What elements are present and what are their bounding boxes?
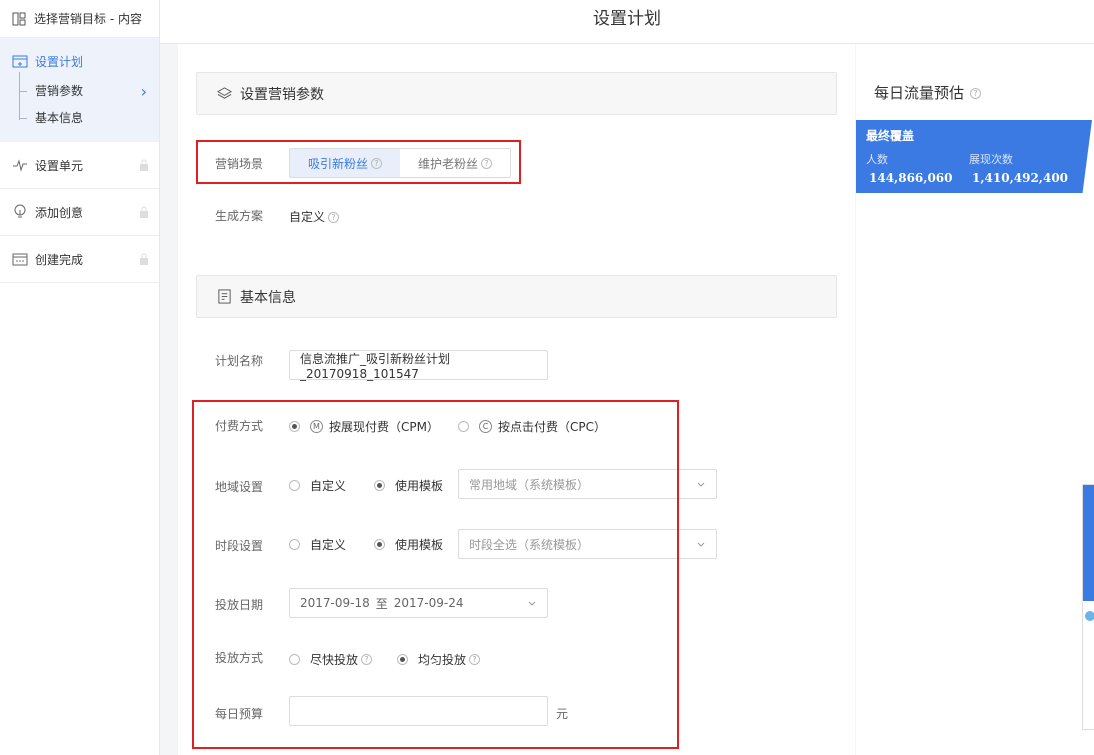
floating-side-widget[interactable] [1082, 484, 1094, 730]
sidebar-subitem-basic[interactable]: 基本信息 [0, 105, 159, 132]
sidebar-subitem-params-label: 营销参数 [35, 84, 84, 98]
lock-icon [140, 159, 148, 171]
layout-icon [12, 12, 26, 25]
plan-name-label: 计划名称 [215, 354, 264, 368]
calendar-icon [12, 253, 28, 266]
views-label: 展现次数 [969, 153, 1013, 166]
plan-name-input[interactable]: 信息流推广_吸引新粉丝计划_20170918_101547 [289, 350, 548, 381]
sidebar-item-complete[interactable]: 创建完成 [0, 236, 159, 283]
bulb-icon [14, 204, 26, 218]
sidebar-item-plan[interactable]: 设置计划 营销参数 › 基本信息 [0, 38, 159, 142]
people-label: 人数 [866, 153, 888, 166]
highlight-settings [192, 400, 679, 749]
chevron-down-icon [697, 542, 705, 547]
sidebar-item-unit[interactable]: 设置单元 [0, 142, 159, 189]
help-icon: ? [970, 88, 982, 99]
sidebar-item-unit-label: 设置单元 [35, 158, 84, 173]
chevron-right-icon: › [140, 82, 147, 101]
sidebar-item-creative[interactable]: 添加创意 [0, 189, 159, 236]
highlight-scene [196, 140, 521, 184]
lock-icon [140, 206, 148, 218]
plan-scheme-value: 自定义? [289, 208, 340, 225]
plan-scheme-label: 生成方案 [215, 209, 264, 223]
status-dot [1085, 611, 1094, 621]
sidebar-item-creative-label: 添加创意 [35, 205, 84, 220]
section-basic-title: 基本信息 [240, 289, 296, 306]
sidebar-goal-label: 选择营销目标 - 内容 [34, 12, 142, 26]
sidebar-goal-item[interactable]: 选择营销目标 - 内容 [0, 0, 159, 38]
help-icon: ? [328, 212, 340, 223]
pulse-icon [13, 159, 27, 172]
chevron-down-icon [697, 482, 705, 487]
page-title: 设置计划 [160, 0, 1094, 44]
plan-icon [12, 55, 28, 68]
forecast-panel: 每日流量预估? 最终覆盖 人数 展现次数 144,866,060 1,410,4… [856, 44, 1094, 755]
section-basic-info: 基本信息 [196, 275, 837, 318]
coverage-card: 最终覆盖 人数 展现次数 144,866,060 1,410,492,400 [856, 120, 1092, 193]
lock-icon [140, 253, 148, 265]
forecast-title: 每日流量预估? [874, 82, 982, 103]
coverage-card-title: 最终覆盖 [866, 129, 915, 143]
sidebar-item-plan-label: 设置计划 [35, 54, 84, 69]
section-marketing-title: 设置营销参数 [240, 86, 324, 103]
sidebar: 选择营销目标 - 内容 设置计划 营销参数 › 基本信息 设置单元 添加创意 创… [0, 0, 160, 755]
section-marketing-params: 设置营销参数 [196, 72, 837, 115]
views-value: 1,410,492,400 [972, 171, 1069, 185]
layers-icon [217, 87, 232, 99]
sidebar-item-complete-label: 创建完成 [35, 252, 84, 267]
sidebar-subitem-basic-label: 基本信息 [35, 111, 84, 125]
document-icon [218, 289, 231, 304]
people-value: 144,866,060 [869, 171, 953, 185]
sidebar-subitem-params[interactable]: 营销参数 › [0, 78, 159, 105]
